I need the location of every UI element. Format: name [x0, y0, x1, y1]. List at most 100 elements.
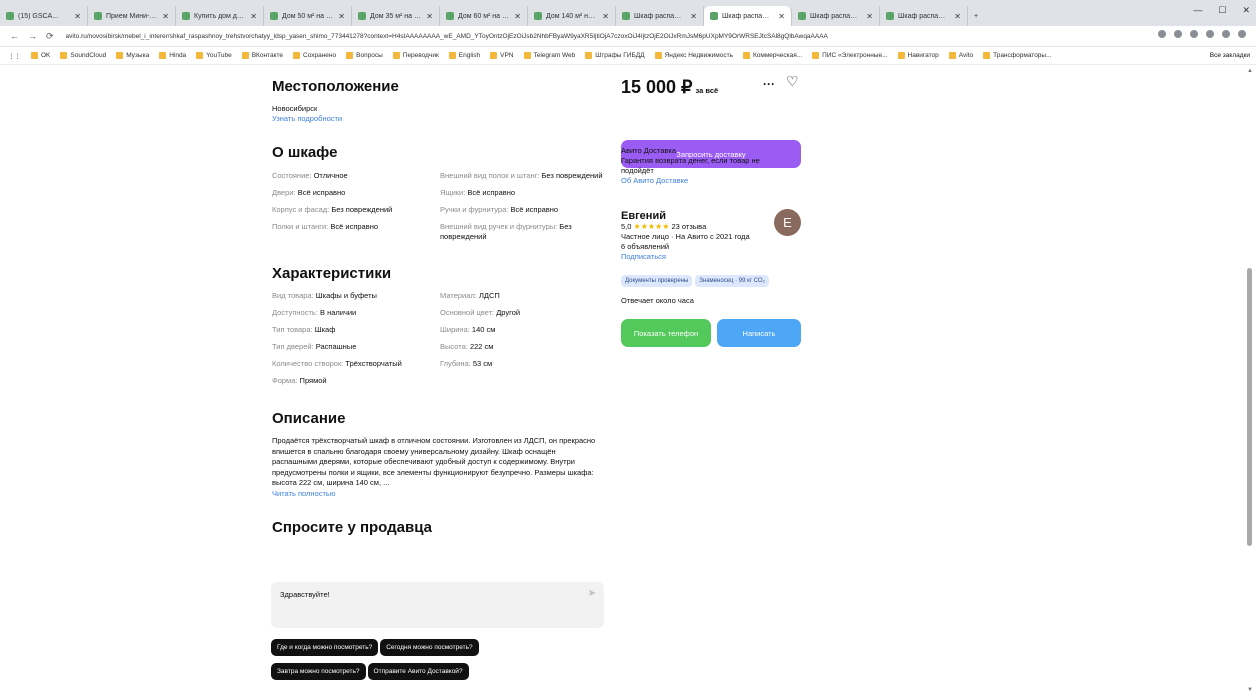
bookmark-item[interactable]: ВКонтакте [241, 52, 283, 59]
tab-close-icon[interactable]: ✕ [338, 12, 345, 21]
attribute-value: Всё исправно [297, 188, 346, 197]
extension-icon[interactable] [1158, 30, 1166, 38]
location-details-link[interactable]: Узнать подробности [272, 114, 612, 123]
bookmark-item[interactable]: Навигатор [897, 52, 939, 59]
folder-icon [523, 52, 531, 59]
bookmark-item[interactable]: English [448, 52, 480, 59]
quick-question-chip[interactable]: Завтра можно посмотреть? [271, 663, 366, 680]
seller-badge[interactable]: Знаменосец · 99 кг CO₂ [695, 275, 769, 287]
quick-question-chip[interactable]: Отправите Авито Доставкой? [367, 663, 469, 680]
attribute-value: Без повреждений [331, 205, 393, 214]
more-options-icon[interactable]: ··· [763, 77, 775, 91]
bookmark-item[interactable]: VPN [490, 52, 514, 59]
bookmark-item[interactable]: Штрафы ГИБДД [585, 52, 645, 59]
extension-icons[interactable] [1158, 30, 1246, 38]
bookmark-item[interactable]: ПИС «Электронные... [812, 52, 888, 59]
attribute-row: Внешний вид ручек и фурнитуры: Без повре… [440, 222, 610, 242]
browser-tab[interactable]: Дом 140 м² на участке... ✕ [528, 6, 616, 26]
browser-tab[interactable]: (15) GSCA... ✕ [0, 6, 88, 26]
address-bar-row: ← → ⟳ avito.ru/novosibirsk/mebel_i_inter… [0, 26, 1256, 47]
extension-icon[interactable] [1222, 30, 1230, 38]
subscribe-link[interactable]: Подписаться [621, 252, 803, 261]
browser-tab[interactable]: Купить дом дачу... ✕ [176, 6, 264, 26]
folder-icon [897, 52, 905, 59]
tab-close-icon[interactable]: ✕ [162, 12, 169, 21]
minimize-icon[interactable]: — [1193, 5, 1202, 16]
bookmark-item[interactable]: SoundCloud [60, 52, 106, 59]
attribute-value: Шкаф [314, 325, 336, 334]
tab-title: Шкаф распашной трёхст... [722, 12, 774, 20]
scroll-thumb[interactable] [1247, 268, 1252, 546]
window-controls[interactable]: — ☐ ✕ [1193, 5, 1250, 16]
write-button[interactable]: Написать [717, 319, 801, 347]
tab-close-icon[interactable]: ✕ [74, 12, 81, 21]
browser-tab[interactable]: Шкаф распашной трёхст... ✕ [792, 6, 880, 26]
quick-question-chip[interactable]: Сегодня можно посмотреть? [380, 639, 479, 656]
browser-tab[interactable]: Дом 50 м² на участке... ✕ [264, 6, 352, 26]
tab-close-icon[interactable]: ✕ [426, 12, 433, 21]
bookmark-item[interactable]: Трансформаторы... [983, 52, 1052, 59]
nav-buttons: ← → ⟳ [10, 31, 54, 42]
read-more-link[interactable]: Читать полностью [272, 489, 612, 498]
show-phone-button[interactable]: Показать телефон [621, 319, 711, 347]
tab-close-icon[interactable]: ✕ [954, 12, 961, 21]
tab-close-icon[interactable]: ✕ [866, 12, 873, 21]
tab-favicon-icon [446, 12, 454, 20]
bookmark-item[interactable]: YouTube [196, 52, 232, 59]
bookmark-item[interactable]: Telegram Web [523, 52, 575, 59]
bookmark-item[interactable]: Avito [948, 52, 973, 59]
reload-icon[interactable]: ⟳ [46, 31, 54, 42]
ads-count[interactable]: 6 объявлений [621, 242, 803, 252]
browser-tab[interactable]: Шкаф распашной... ✕ [880, 6, 968, 26]
bookmark-item[interactable]: Музыка [116, 52, 149, 59]
extension-icon[interactable] [1238, 30, 1246, 38]
avatar[interactable]: E [774, 209, 801, 236]
new-tab-icon[interactable]: + [968, 6, 988, 26]
quick-question-chip[interactable]: Где и когда можно посмотреть? [271, 639, 379, 656]
scroll-down-icon[interactable]: ▼ [1247, 687, 1253, 693]
ask-message-box[interactable]: Здравствуйте! ➤ [271, 582, 604, 628]
tab-close-icon[interactable]: ✕ [778, 12, 785, 21]
extension-icon[interactable] [1174, 30, 1182, 38]
bookmark-item[interactable]: Коммерческая... [742, 52, 802, 59]
browser-tab[interactable]: Шкаф распашной трёхст... ✕ [704, 6, 792, 26]
reviews-count[interactable]: 23 отзыва [671, 222, 706, 231]
send-icon[interactable]: ➤ [588, 588, 596, 599]
browser-tab[interactable]: Дом 60 м² на участке... ✕ [440, 6, 528, 26]
bookmark-item[interactable]: Сохранено [293, 52, 336, 59]
scroll-up-icon[interactable]: ▲ [1247, 68, 1253, 74]
forward-icon[interactable]: → [28, 31, 37, 42]
extension-icon[interactable] [1206, 30, 1214, 38]
tab-close-icon[interactable]: ✕ [602, 12, 609, 21]
browser-tab[interactable]: Прием Мини-склада... ✕ [88, 6, 176, 26]
seller-badge[interactable]: Документы проверены [621, 275, 693, 287]
tab-title: (15) GSCA... [18, 12, 59, 20]
folder-icon [448, 52, 456, 59]
attribute-value: Отличное [313, 171, 348, 180]
attribute-value: В наличии [320, 308, 357, 317]
attribute-row: Внешний вид полок и штанг: Без поврежден… [440, 171, 610, 181]
tab-close-icon[interactable]: ✕ [514, 12, 521, 21]
ask-message-input[interactable]: Здравствуйте! [280, 590, 330, 599]
close-window-icon[interactable]: ✕ [1242, 5, 1250, 16]
delivery-link[interactable]: Об Авито Доставке [621, 176, 771, 185]
bookmark-item[interactable]: OK [31, 52, 50, 59]
all-bookmarks[interactable]: Все закладки [1210, 52, 1250, 59]
bookmark-item[interactable]: Переводчик [392, 52, 439, 59]
browser-tab[interactable]: Дом 35 м² на участке... ✕ [352, 6, 440, 26]
tab-close-icon[interactable]: ✕ [250, 12, 257, 21]
tab-close-icon[interactable]: ✕ [690, 12, 697, 21]
scrollbar[interactable]: ▲ ▼ [1247, 68, 1253, 693]
url-field[interactable]: avito.ru/novosibirsk/mebel_i_interer/shk… [66, 33, 966, 40]
bookmark-item[interactable]: Hinda [159, 52, 186, 59]
main-column: Местоположение Новосибирск Узнать подроб… [272, 70, 612, 536]
favorite-heart-icon[interactable]: ♡ [786, 73, 799, 90]
apps-icon[interactable]: ⋮⋮ [8, 52, 21, 60]
back-icon[interactable]: ← [10, 31, 19, 42]
browser-tab[interactable]: Шкаф распашной... ✕ [616, 6, 704, 26]
bookmark-item[interactable]: Яндекс Недвижимость [654, 52, 733, 59]
bookmarks-bar: ⋮⋮ OK SoundCloud Музыка Hinda YouTube ВКонтакт… [0, 47, 1256, 65]
maximize-icon[interactable]: ☐ [1218, 5, 1226, 16]
extension-icon[interactable] [1190, 30, 1198, 38]
bookmark-item[interactable]: Вопросы [346, 52, 383, 59]
